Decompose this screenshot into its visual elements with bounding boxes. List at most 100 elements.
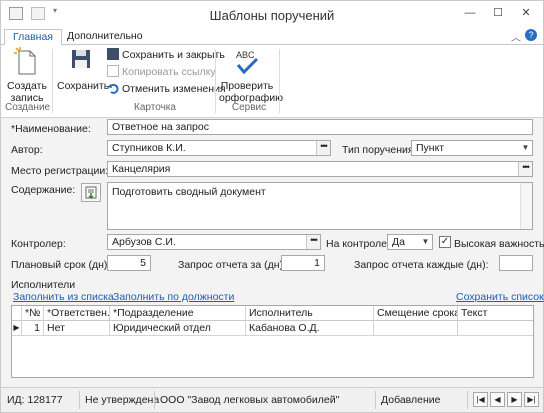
last-record-button[interactable]: ▶|: [524, 392, 539, 407]
controller-value: Арбузов С.И.: [112, 236, 176, 248]
status-separator: [375, 391, 376, 409]
plan-term-label: Плановый срок (дн):: [11, 259, 111, 271]
author-label: Автор:: [11, 144, 43, 156]
first-record-button[interactable]: |◀: [473, 392, 488, 407]
reg-place-label: Место регистрации:: [11, 165, 109, 177]
row-selector-icon[interactable]: ▶: [12, 321, 22, 336]
on-control-dropdown[interactable]: Да ▼: [387, 234, 433, 250]
table-cell-offset[interactable]: [374, 321, 458, 336]
report-every-field[interactable]: [499, 255, 533, 271]
reg-place-value: Канцелярия: [112, 163, 171, 175]
next-record-button[interactable]: ▶: [507, 392, 522, 407]
status-state: Не утверждена: [85, 394, 160, 406]
ribbon-collapse-icon[interactable]: ︿: [511, 29, 521, 44]
type-dropdown[interactable]: Пункт ▼: [411, 140, 533, 156]
type-value: Пункт: [416, 142, 445, 154]
create-record-button[interactable]: Создать запись: [7, 47, 47, 104]
copy-link-button[interactable]: Копировать ссылку: [107, 65, 216, 80]
table-cell-number[interactable]: 1: [22, 321, 44, 336]
column-header-responsible[interactable]: *Ответствен...: [44, 306, 110, 321]
insert-text-icon: [85, 186, 97, 200]
ribbon-separator: [279, 49, 280, 113]
reg-place-select-button[interactable]: •••: [518, 162, 532, 176]
column-header-number[interactable]: *№: [22, 306, 44, 321]
content-label: Содержание:: [11, 184, 76, 196]
undo-icon: [107, 82, 119, 94]
content-scrollbar[interactable]: [520, 183, 532, 229]
content-textarea[interactable]: Подготовить сводный документ: [107, 182, 533, 230]
spell-check-label-1: Проверить: [220, 80, 274, 92]
previous-record-button[interactable]: ◀: [490, 392, 505, 407]
report-request-field[interactable]: 1: [281, 255, 325, 271]
fill-from-list-link[interactable]: Заполнить из списка: [13, 291, 114, 303]
undo-changes-button[interactable]: Отменить изменения: [107, 82, 226, 97]
close-button[interactable]: ✕: [513, 3, 539, 23]
save-close-label: Сохранить и закрыть: [122, 49, 225, 61]
save-label: Сохранить: [57, 80, 110, 92]
tab-additional[interactable]: Дополнительно: [59, 29, 151, 46]
create-record-label-1: Создать: [7, 80, 47, 92]
help-icon[interactable]: ?: [525, 29, 537, 41]
save-list-link[interactable]: Сохранить список: [456, 291, 544, 303]
author-value: Ступников К.И.: [112, 142, 186, 154]
report-every-label: Запрос отчета каждые (дн):: [354, 259, 489, 271]
on-control-label: На контроле:: [326, 238, 390, 250]
status-separator: [467, 391, 468, 409]
executors-section-label: Исполнители: [11, 279, 76, 291]
ribbon-separator: [52, 49, 53, 113]
status-bar: ИД: 128177 Не утверждена ООО "Завод легк…: [1, 387, 543, 412]
group-card-label: Карточка: [134, 102, 176, 113]
copy-link-icon: [107, 65, 119, 77]
chevron-down-icon: ▼: [421, 237, 430, 246]
fill-by-position-link[interactable]: Заполнить по должности: [113, 291, 234, 303]
insert-template-button[interactable]: [81, 183, 101, 202]
status-separator: [154, 391, 155, 409]
table-cell-executor[interactable]: Кабанова О.Д.: [246, 321, 374, 336]
table-cell-department[interactable]: Юридический отдел: [110, 321, 246, 336]
tab-home[interactable]: Главная: [4, 29, 62, 46]
table-cell-responsible[interactable]: Нет: [44, 321, 110, 336]
column-header-offset[interactable]: Смещение срока ...: [374, 306, 458, 321]
title-bar: ▾ Шаблоны поручений — ☐ ✕: [1, 1, 543, 28]
report-request-label: Запрос отчета за (дн):: [178, 259, 286, 271]
high-importance-checkbox[interactable]: ✓: [439, 236, 451, 248]
author-field[interactable]: Ступников К.И. •••: [107, 140, 331, 156]
author-select-button[interactable]: •••: [316, 141, 330, 155]
group-service-label: Сервис: [231, 102, 267, 113]
type-label: Тип поручения:: [342, 144, 417, 156]
new-document-icon: [14, 47, 36, 75]
ribbon-tabs: Главная Дополнительно ︿ ?: [1, 28, 543, 46]
spell-check-button[interactable]: ABC Проверить орфографию: [219, 47, 283, 104]
controller-select-button[interactable]: •••: [306, 235, 320, 249]
controller-label: Контролер:: [11, 238, 66, 250]
on-control-value: Да: [392, 236, 405, 248]
save-button[interactable]: Сохранить: [57, 47, 109, 92]
save-close-icon: [107, 48, 119, 60]
status-id: ИД: 128177: [7, 394, 63, 406]
spell-check-icon: ABC: [236, 50, 259, 75]
controller-field[interactable]: Арбузов С.И. •••: [107, 234, 321, 250]
undo-changes-label: Отменить изменения: [122, 83, 226, 95]
floppy-disk-icon: [72, 50, 90, 68]
group-create-label: Создание: [5, 102, 51, 113]
ribbon-separator: [215, 49, 216, 113]
reg-place-field[interactable]: Канцелярия •••: [107, 161, 533, 177]
row-header-cell: [12, 306, 22, 321]
table-cell-text[interactable]: [458, 321, 533, 336]
maximize-button[interactable]: ☐: [485, 3, 511, 23]
ribbon: Создать запись Создание Сохранить Сохран…: [1, 45, 543, 118]
name-label: *Наименование:: [11, 123, 91, 135]
column-header-executor[interactable]: Исполнитель: [246, 306, 374, 321]
content-value: Подготовить сводный документ: [112, 186, 266, 198]
plan-term-field[interactable]: 5: [107, 255, 151, 271]
status-organization: ООО "Завод легковых автомобилей": [160, 394, 340, 406]
executors-table[interactable]: *№ *Ответствен... *Подразделение Исполни…: [11, 305, 534, 378]
name-field[interactable]: Ответное на запрос: [107, 119, 533, 135]
status-mode: Добавление: [381, 394, 441, 406]
high-importance-label: Высокая важность: [454, 238, 544, 250]
save-close-button[interactable]: Сохранить и закрыть: [107, 48, 225, 63]
copy-link-label: Копировать ссылку: [122, 66, 216, 78]
column-header-text[interactable]: Текст: [458, 306, 533, 321]
column-header-department[interactable]: *Подразделение: [110, 306, 246, 321]
minimize-button[interactable]: —: [457, 3, 483, 23]
